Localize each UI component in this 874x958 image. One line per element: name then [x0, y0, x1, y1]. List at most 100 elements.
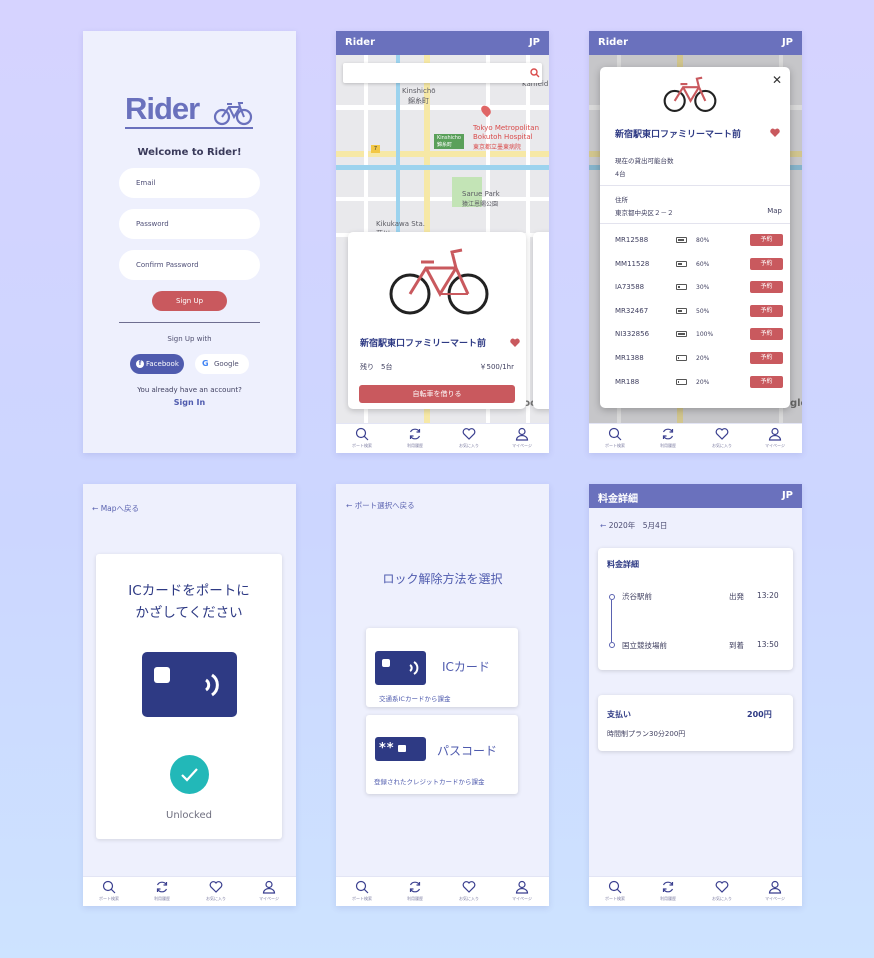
tab-favorite-label: お気に入り [206, 896, 226, 901]
tab-port-search[interactable]: ポート検索 [342, 427, 382, 449]
confirm-password-placeholder: Confirm Password [136, 261, 199, 269]
header-title: Rider [345, 37, 375, 48]
tab-mypage[interactable]: マイページ [502, 427, 542, 449]
battery-level: 30% [696, 284, 710, 292]
rent-bike-button[interactable]: 自転車を借りる [359, 385, 515, 403]
divider [600, 223, 790, 224]
map-label-sarue-jp: 猿江恩賜公園 [462, 201, 499, 208]
bicycle-logo-icon [213, 102, 253, 126]
password-placeholder: Password [136, 220, 169, 228]
back-label: Mapへ戻る [100, 504, 140, 513]
facebook-button[interactable]: f Facebook [130, 354, 184, 374]
user-icon [768, 427, 782, 441]
tab-favorite[interactable]: お気に入り [702, 880, 742, 902]
refresh-icon [409, 881, 421, 893]
passcode-option-label: パスコード [437, 744, 498, 758]
remaining-label: 残り [360, 363, 374, 371]
next-port-card[interactable] [533, 232, 549, 409]
language-toggle[interactable]: JP [782, 37, 793, 48]
tab-port-search[interactable]: ポート検索 [89, 880, 129, 902]
reserve-button[interactable]: 予約 [750, 281, 783, 294]
reserve-button[interactable]: 予約 [750, 234, 783, 246]
date-back-link[interactable]: ← 2020年 5月4日 [600, 520, 667, 531]
have-account-text: You already have an account? [137, 386, 242, 394]
reserve-button[interactable]: 予約 [750, 352, 783, 364]
reserve-button[interactable]: 予約 [750, 304, 783, 317]
tab-history[interactable]: 利用履歴 [395, 427, 435, 449]
tab-favorite[interactable]: お気に入り [196, 880, 236, 902]
passcode-icon: ** [375, 737, 426, 761]
tab-history[interactable]: 利用履歴 [395, 880, 435, 902]
tab-mypage[interactable]: マイページ [502, 880, 542, 902]
bike-id: MR32467 [615, 306, 649, 315]
battery-level: 100% [696, 331, 714, 339]
back-link[interactable]: ← ポート選択へ戻る [346, 500, 415, 511]
ic-instruction-line1: ICカードをポートに [128, 583, 250, 599]
favorite-heart-icon[interactable] [510, 338, 520, 347]
language-toggle[interactable]: JP [529, 37, 540, 48]
route-shield: 7 [371, 145, 380, 153]
tab-history[interactable]: 利用履歴 [648, 427, 688, 449]
reserve-button[interactable]: 予約 [750, 257, 783, 270]
unlock-title: ロック解除方法を選択 [382, 572, 503, 586]
reserve-button[interactable]: 予約 [750, 328, 783, 341]
signup-button[interactable]: Sign Up [152, 291, 227, 311]
departure-label: 出発 [729, 592, 744, 601]
close-icon[interactable]: ✕ [772, 73, 782, 87]
payment-amount: 200円 [747, 710, 772, 719]
bike-id: NI332856 [615, 330, 650, 339]
app-header: 料金詳細 JP [589, 484, 802, 508]
arrow-left-icon: ← [600, 521, 607, 530]
battery-icon [676, 378, 687, 385]
email-placeholder: Email [136, 179, 156, 187]
map-link[interactable]: Map [767, 207, 782, 215]
bike-id: IA73588 [615, 283, 645, 292]
to-station: 国立競技場前 [622, 641, 667, 650]
ic-card-icon [142, 652, 237, 717]
email-field[interactable]: Email [119, 168, 260, 198]
tab-mypage[interactable]: マイページ [755, 880, 795, 902]
password-field[interactable]: Password [119, 209, 260, 239]
tab-history[interactable]: 利用履歴 [142, 880, 182, 902]
tab-port-search[interactable]: ポート検索 [595, 427, 635, 449]
google-button[interactable]: G Google [195, 354, 249, 374]
signup-button-label: Sign Up [175, 297, 204, 305]
end-dot [609, 642, 615, 648]
back-link[interactable]: ← Mapへ戻る [92, 503, 139, 514]
search-icon [608, 880, 622, 894]
ic-card-screen: ← Mapへ戻る ICカードをポートに かざしてください Unlocked ポー… [83, 484, 296, 906]
remaining-count: 5台 [381, 363, 393, 371]
tab-port-search[interactable]: ポート検索 [595, 880, 635, 902]
arrow-left-icon: ← [92, 504, 99, 513]
ic-card-option[interactable]: ICカード 交通系ICカードから課金 [366, 628, 518, 707]
tab-port-label: ポート検索 [605, 443, 625, 448]
confirm-password-field[interactable]: Confirm Password [119, 250, 260, 280]
favorite-heart-icon[interactable] [770, 128, 780, 137]
rent-bike-label: 自転車を借りる [412, 390, 462, 398]
reserve-button[interactable]: 予約 [750, 375, 783, 388]
refresh-icon [409, 428, 421, 440]
tab-favorite[interactable]: お気に入り [449, 880, 489, 902]
signin-link[interactable]: Sign In [83, 398, 296, 407]
tab-bar: ポート検索 利用履歴 お気に入り マイページ [589, 876, 802, 906]
tab-port-search[interactable]: ポート検索 [342, 880, 382, 902]
search-icon[interactable] [530, 68, 540, 78]
tab-mypage[interactable]: マイページ [249, 880, 289, 902]
passcode-option[interactable]: ** パスコード 登録されたクレジットカードから課金 [366, 715, 518, 794]
ride-date: 2020年 5月4日 [608, 521, 668, 530]
battery-fill [678, 380, 679, 383]
tab-port-label: ポート検索 [605, 896, 625, 901]
language-toggle[interactable]: JP [782, 490, 793, 501]
search-bar[interactable] [343, 63, 542, 83]
battery-level: 20% [696, 355, 710, 362]
port-detail-screen: RiderJP Google ✕ 新宿駅東口ファミリーマート前 現在の貸出可能台… [589, 31, 802, 453]
tab-history[interactable]: 利用履歴 [648, 880, 688, 902]
app-header: Rider JP [589, 31, 802, 55]
tab-favorite[interactable]: お気に入り [702, 427, 742, 449]
port-card[interactable]: 新宿駅東口ファミリーマート前 残り 5台 ￥500/1hr 自転車を借りる [348, 232, 526, 409]
tab-favorite[interactable]: お気に入り [449, 427, 489, 449]
tab-mypage[interactable]: マイページ [755, 427, 795, 449]
bike-row: MR32467 50% 予約 [600, 302, 790, 322]
passcode-option-sub: 登録されたクレジットカードから課金 [374, 778, 485, 786]
refresh-icon [662, 428, 674, 440]
